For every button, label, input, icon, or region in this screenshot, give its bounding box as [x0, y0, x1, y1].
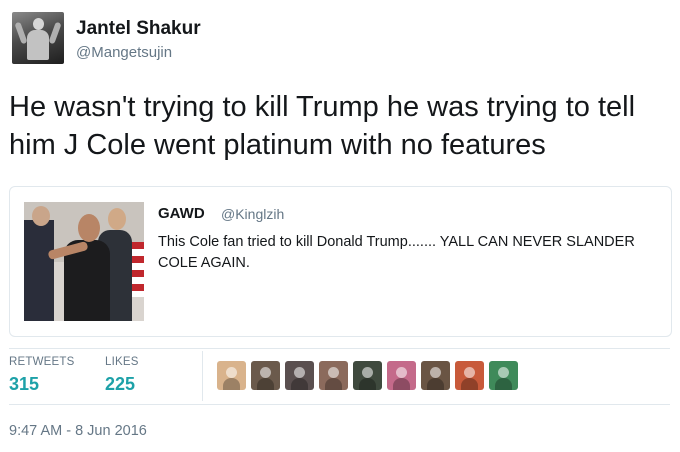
quoted-tweet-photo[interactable] — [24, 202, 144, 321]
liker-avatar-torso — [359, 378, 376, 390]
liker-avatar-head — [430, 367, 441, 378]
stats-divider-bottom — [9, 404, 670, 405]
avatar-figure-head — [33, 18, 44, 30]
liker-avatar-torso — [461, 378, 478, 390]
liker-avatar-head — [498, 367, 509, 378]
liker-avatar-7[interactable] — [421, 361, 450, 390]
photo-person-left-head — [32, 206, 50, 226]
liker-avatar-torso — [495, 378, 512, 390]
avatar-figure-arm — [48, 21, 62, 45]
liker-avatar-head — [396, 367, 407, 378]
quoted-display-name[interactable]: GAWD — [158, 205, 205, 222]
likes-count[interactable]: 225 — [105, 374, 135, 395]
avatar-figure-arm — [14, 21, 28, 45]
photo-person-left — [24, 220, 54, 321]
liker-avatar-head — [328, 367, 339, 378]
liker-avatar-head — [362, 367, 373, 378]
tweet-page: Jantel Shakur @Mangetsujin He wasn't try… — [0, 0, 680, 452]
author-display-name[interactable]: Jantel Shakur — [76, 18, 201, 40]
photo-person-center-head — [78, 214, 100, 242]
stats-separator — [202, 351, 203, 401]
quoted-tweet-card[interactable]: GAWD @Kinglzih This Cole fan tried to ki… — [9, 186, 672, 337]
liker-avatar-torso — [393, 378, 410, 390]
liker-avatar-9[interactable] — [489, 361, 518, 390]
liker-avatar-4[interactable] — [319, 361, 348, 390]
quoted-tweet-text: This Cole fan tried to kill Donald Trump… — [158, 234, 635, 271]
photo-person-right-head — [108, 208, 126, 230]
liker-avatar-6[interactable] — [387, 361, 416, 390]
author-avatar[interactable] — [12, 12, 64, 64]
liker-avatar-head — [260, 367, 271, 378]
liker-avatar-torso — [257, 378, 274, 390]
liker-avatar-torso — [223, 378, 240, 390]
liker-avatar-head — [464, 367, 475, 378]
liker-avatar-5[interactable] — [353, 361, 382, 390]
liker-avatar-torso — [325, 378, 342, 390]
likes-label[interactable]: LIKES — [105, 356, 139, 368]
quoted-screen-name[interactable]: @Kinglzih — [221, 206, 284, 222]
author-screen-name[interactable]: @Mangetsujin — [76, 44, 172, 61]
liker-avatar-torso — [291, 378, 308, 390]
tweet-text: He wasn't trying to kill Trump he was tr… — [9, 91, 636, 161]
retweets-count[interactable]: 315 — [9, 374, 39, 395]
liker-avatar-head — [226, 367, 237, 378]
avatar-figure-body — [27, 30, 49, 60]
liker-avatar-head — [294, 367, 305, 378]
liker-avatar-2[interactable] — [251, 361, 280, 390]
liker-avatar-3[interactable] — [285, 361, 314, 390]
liker-avatars — [217, 361, 518, 391]
liker-avatar-1[interactable] — [217, 361, 246, 390]
tweet-timestamp[interactable]: 9:47 AM - 8 Jun 2016 — [9, 423, 147, 439]
liker-avatar-8[interactable] — [455, 361, 484, 390]
retweets-label[interactable]: RETWEETS — [9, 356, 75, 368]
liker-avatar-torso — [427, 378, 444, 390]
stats-divider-top — [9, 348, 670, 349]
